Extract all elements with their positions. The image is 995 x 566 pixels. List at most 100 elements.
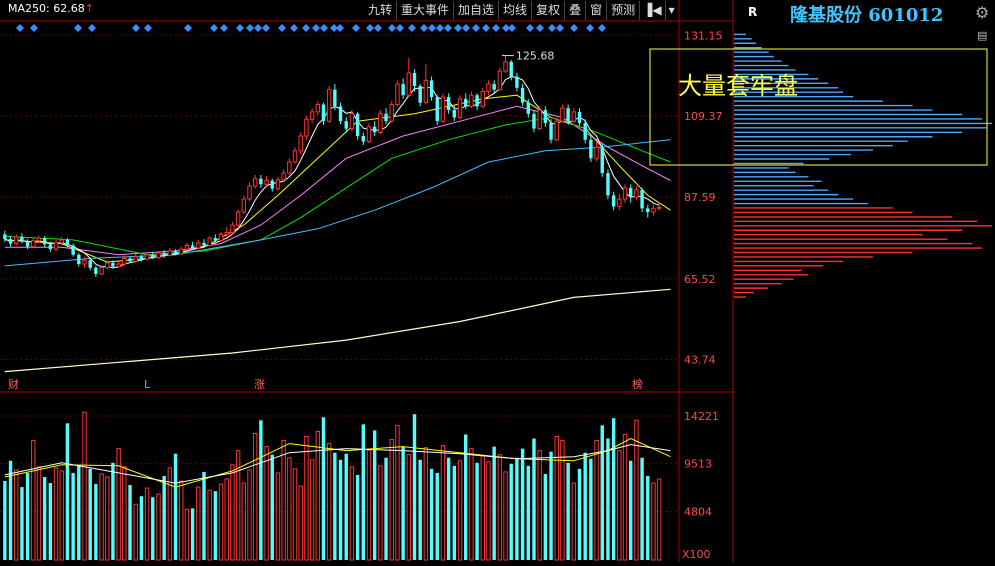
collapse-arrow-icon[interactable]: ▐◀ [639, 0, 664, 20]
toolbar-button-nine-turn[interactable]: 九转 [364, 1, 396, 20]
event-diamond-icon [536, 24, 544, 32]
event-diamond-icon [320, 24, 328, 32]
volume-bar-up [571, 482, 577, 561]
document-icon[interactable]: ▤ [977, 29, 987, 42]
candlestick-series[interactable] [3, 55, 662, 277]
volume-bar-up [503, 471, 508, 561]
price-tick-label: 65.52 [684, 273, 716, 286]
volume-bar-up [457, 460, 463, 561]
annotation-text: 大量套牢盘 [678, 72, 798, 100]
candle-body-up [105, 262, 110, 269]
candle-body-down [532, 113, 536, 129]
high-price-label: 125.68 [516, 50, 555, 63]
candle-body-up [423, 79, 429, 104]
candle-body-down [418, 85, 422, 103]
candle-body-up [292, 150, 298, 163]
ma30-polyline [4, 116, 671, 256]
candle-body-up [133, 256, 138, 262]
gear-icon[interactable]: ⚙ [975, 3, 989, 22]
volume-ma-lines [4, 437, 671, 488]
candle-body-down [515, 76, 519, 88]
volume-bar-up [292, 468, 298, 561]
volume-bar-up [31, 440, 36, 561]
volume-bar-down [151, 497, 155, 560]
candle-body-up [622, 187, 628, 200]
stock-chart-window: 131.15 109.37 87.59 65.52 43.74 14221 9513 480… [0, 0, 995, 562]
event-diamond-icon [548, 24, 556, 32]
volume-bar-down [338, 459, 343, 560]
volume-bar-down [429, 468, 434, 560]
event-diamond-icon [428, 24, 436, 32]
candle-body-up [298, 135, 303, 152]
volume-unit-label: X100 [682, 548, 711, 561]
volume-bar-down [139, 496, 144, 560]
candle-body-down [606, 173, 610, 196]
volume-bar-down [566, 462, 570, 560]
event-diamond-icon [290, 24, 298, 32]
candle-body-down [42, 238, 47, 245]
toolbar-button-forecast[interactable]: 预测 [606, 0, 639, 20]
volume-bar-down [190, 508, 195, 560]
candle-body-up [99, 267, 104, 275]
candle-body-up [440, 96, 446, 122]
volume-bar-up [469, 448, 474, 561]
candle-body-up [480, 90, 485, 107]
event-diamond-icon [302, 24, 310, 32]
volume-bar-up [486, 461, 491, 561]
volume-bar-up [651, 482, 656, 561]
candle-body-up [634, 189, 639, 198]
volume-bar-up [144, 487, 150, 561]
volume-bar-down [71, 472, 75, 560]
event-diamond-icon [472, 24, 480, 32]
event-diamond-row [16, 24, 606, 32]
volume-bar-up [224, 478, 229, 561]
volume-bar-down [640, 457, 644, 560]
price-tick-label: 43.74 [684, 354, 716, 367]
candle-body-up [651, 207, 656, 213]
event-diamond-icon [444, 24, 452, 32]
toolbar-button-window[interactable]: 窗 [585, 0, 606, 20]
candle-body-down [361, 136, 365, 142]
toolbar-button-major-events[interactable]: 重大事件 [396, 0, 453, 20]
volume-bar-down [384, 457, 388, 560]
event-marker-label: 财 [8, 377, 19, 391]
candle-body-down [429, 80, 434, 98]
volume-bar-down [333, 452, 337, 560]
candle-body-up [36, 237, 42, 242]
candle-body-down [526, 102, 530, 114]
event-diamond-icon [278, 24, 286, 32]
candle-body-down [435, 97, 439, 122]
event-diamond-icon [492, 24, 500, 32]
event-diamond-icon [526, 24, 534, 32]
volume-bar-series[interactable] [3, 411, 662, 561]
volume-bar-up [196, 486, 201, 561]
volume-bar-up [184, 508, 190, 561]
candle-body-down [401, 84, 405, 96]
toolbar-button-moving-average[interactable]: 均线 [498, 0, 531, 20]
dropdown-arrow-icon[interactable]: ▾ [664, 0, 678, 20]
event-diamond-icon [262, 24, 270, 32]
volume-axis-labels: 14221 9513 4804 X100 [682, 410, 719, 561]
candle-body-up [264, 180, 269, 185]
toolbar-button-overlay[interactable]: 叠 [564, 0, 585, 20]
volume-bar-up [14, 469, 19, 561]
event-diamond-icon [462, 24, 470, 32]
volume-bar-up [264, 446, 269, 561]
volume-bar-up [230, 464, 235, 561]
volume-bar-down [526, 465, 530, 560]
candle-body-up [224, 231, 229, 235]
volume-bar-up [156, 493, 161, 561]
volume-bar-down [549, 451, 553, 560]
candle-body-down [65, 239, 70, 246]
volume-bar-up [423, 447, 429, 561]
candle-body-up [144, 254, 150, 260]
volume-bar-down [25, 472, 30, 560]
volume-bar-down [629, 460, 633, 560]
volume-bar-down [418, 459, 422, 560]
candle-body-down [549, 123, 553, 140]
event-marker-label: 榜 [632, 377, 643, 391]
candle-body-down [151, 254, 155, 258]
toolbar-button-adjust-price[interactable]: 复权 [531, 0, 564, 20]
toolbar-button-add-watchlist[interactable]: 加自选 [453, 0, 498, 20]
volume-bar-down [600, 425, 604, 560]
